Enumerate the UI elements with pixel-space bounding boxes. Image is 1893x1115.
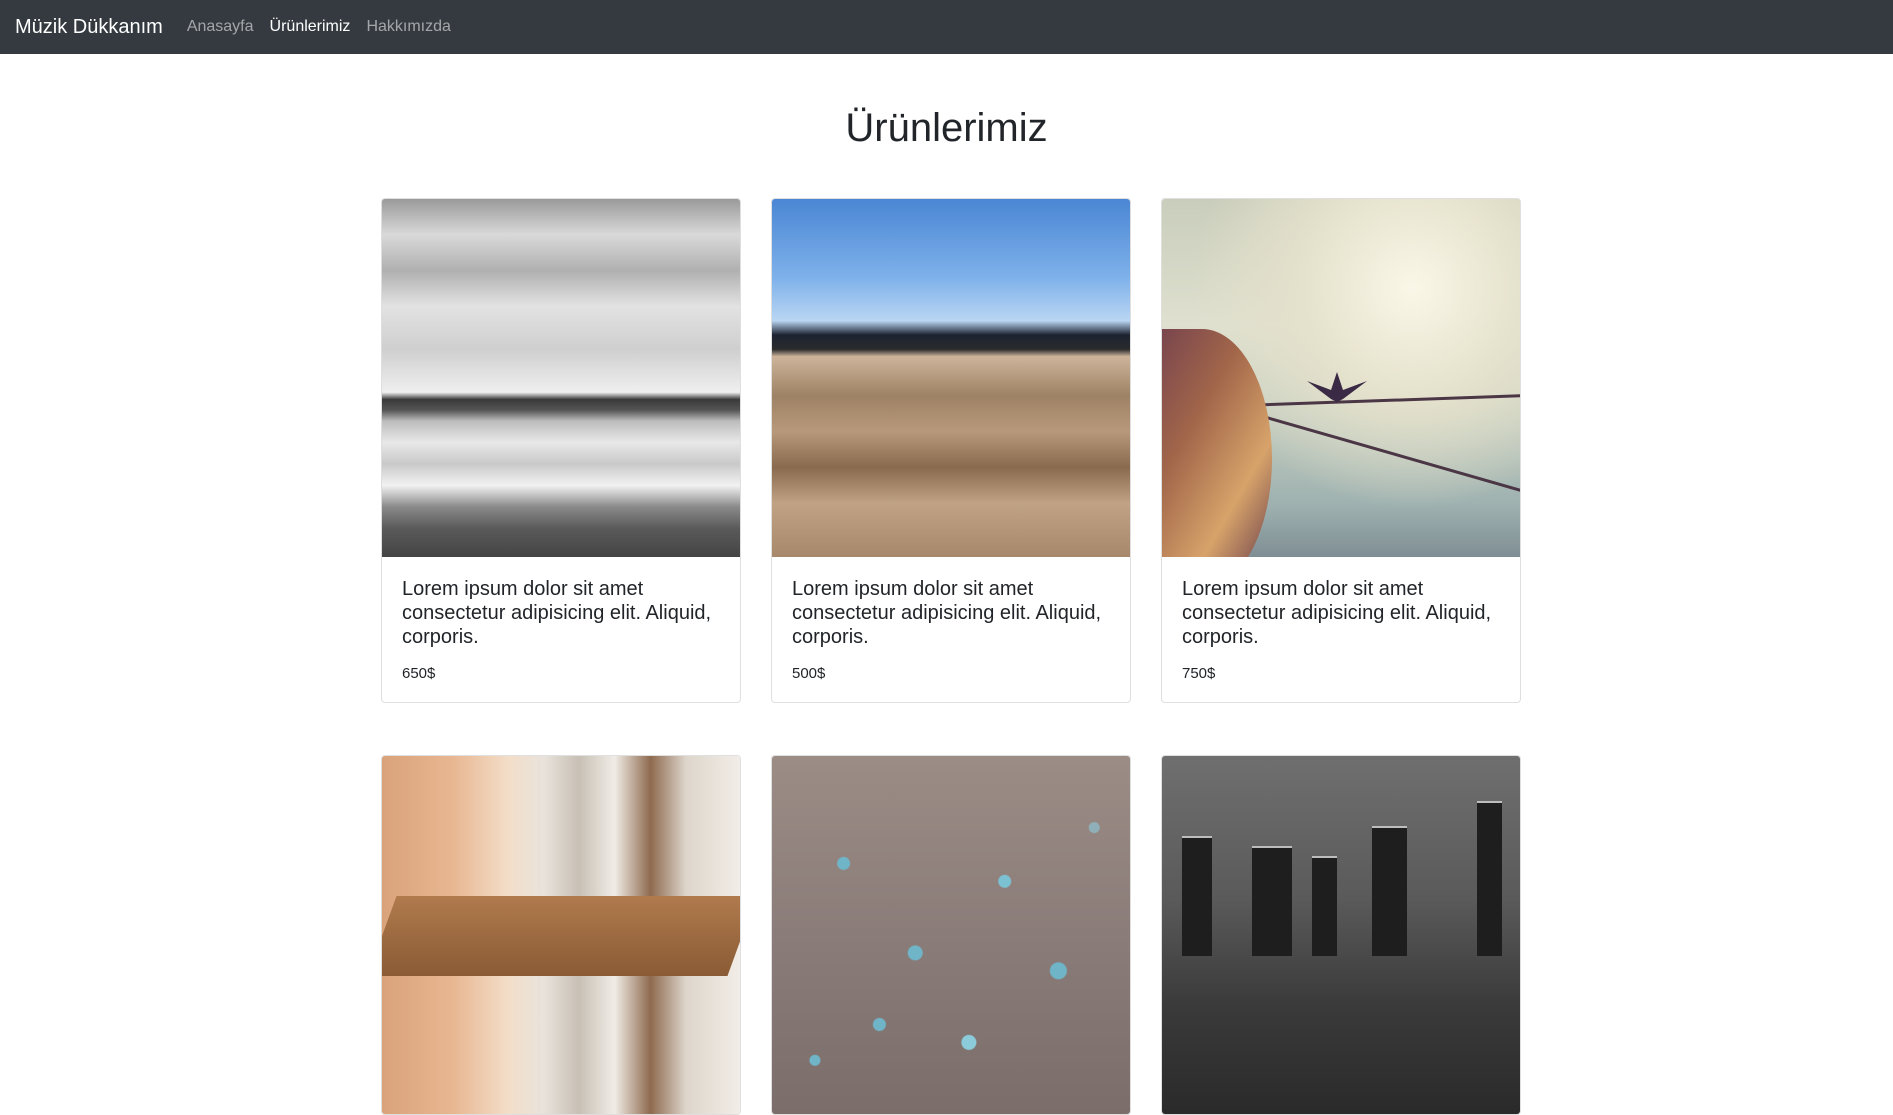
- nav-link-urunlerimiz[interactable]: Ürünlerimiz: [270, 18, 351, 36]
- card-body: Lorem ipsum dolor sit amet consectetur a…: [382, 557, 740, 702]
- product-title: Lorem ipsum dolor sit amet consectetur a…: [792, 578, 1102, 648]
- boat-hull-shape: [1162, 329, 1272, 557]
- card-body: Lorem ipsum dolor sit amet consectetur a…: [1162, 557, 1520, 702]
- building-shape: [1252, 846, 1292, 956]
- product-card: Lorem ipsum dolor sit amet consectetur a…: [771, 198, 1131, 703]
- city-bridge-photo: [1162, 756, 1520, 1114]
- building-shape: [1182, 836, 1212, 956]
- product-price: 500$: [792, 665, 826, 682]
- table-shape: [382, 896, 740, 976]
- product-card: Lorem ipsum dolor sit amet consectetur a…: [1161, 198, 1521, 703]
- product-price: 750$: [1182, 665, 1216, 682]
- product-card: [771, 755, 1131, 1115]
- product-price: 650$: [402, 665, 436, 682]
- dock-photo: [772, 199, 1130, 557]
- boat-bird-photo: [1162, 199, 1520, 557]
- card-body: Lorem ipsum dolor sit amet consectetur a…: [772, 557, 1130, 702]
- product-card: Lorem ipsum dolor sit amet consectetur a…: [381, 198, 741, 703]
- beach-photo: [382, 199, 740, 557]
- water-drops-photo: [772, 756, 1130, 1114]
- cafe-photo: [382, 756, 740, 1114]
- building-shape: [1312, 856, 1337, 956]
- building-shape: [1372, 826, 1407, 956]
- rope-shape: [1241, 393, 1520, 407]
- product-title: Lorem ipsum dolor sit amet consectetur a…: [1182, 578, 1492, 648]
- product-card: [381, 755, 741, 1115]
- page-title: Ürünlerimiz: [845, 106, 1048, 150]
- product-title: Lorem ipsum dolor sit amet consectetur a…: [402, 578, 712, 648]
- navbar: Müzik Dükkanım Anasayfa Ürünlerimiz Hakk…: [0, 0, 1893, 54]
- product-card: [1161, 755, 1521, 1115]
- bird-shape: [1307, 372, 1367, 402]
- nav-link-anasayfa[interactable]: Anasayfa: [187, 18, 254, 36]
- rope-shape: [1241, 409, 1520, 495]
- nav-link-hakkimizda[interactable]: Hakkımızda: [366, 18, 450, 36]
- building-shape: [1477, 801, 1502, 956]
- brand-link[interactable]: Müzik Dükkanım: [15, 16, 163, 39]
